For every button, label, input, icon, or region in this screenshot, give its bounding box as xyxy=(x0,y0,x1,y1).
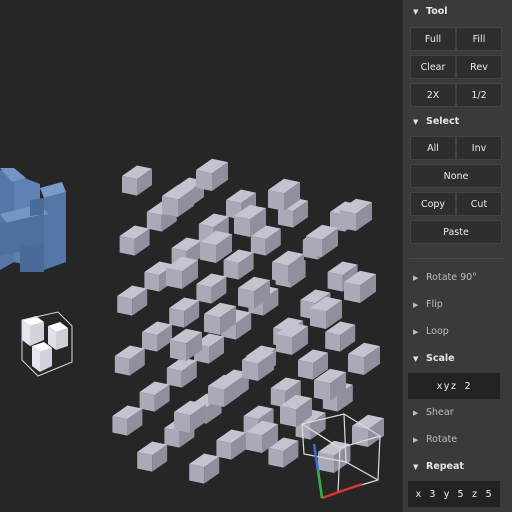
voxel-face xyxy=(137,452,153,472)
double-button[interactable]: 2X xyxy=(410,83,456,107)
scale-section-header[interactable]: ▼ Scale xyxy=(413,353,455,364)
rotate-title: Rotate xyxy=(426,434,458,445)
shear-section-header[interactable]: ▶ Shear xyxy=(413,407,454,418)
triangle-down-icon: ▼ xyxy=(413,354,419,363)
voxel-face xyxy=(318,452,334,473)
select-none-button[interactable]: None xyxy=(410,164,502,188)
clear-button[interactable]: Clear xyxy=(410,55,456,79)
voxel-face xyxy=(117,296,133,316)
voxel-face xyxy=(166,268,182,289)
scale-input[interactable]: xyz 2 xyxy=(408,373,500,399)
triangle-right-icon: ▶ xyxy=(413,435,419,444)
rotate-section-header[interactable]: ▶ Rotate xyxy=(413,434,457,445)
scene-canvas[interactable] xyxy=(0,0,402,512)
voxel-face xyxy=(348,354,364,375)
copy-button[interactable]: Copy xyxy=(410,192,456,216)
voxel-face xyxy=(298,360,313,380)
gray-voxel-block xyxy=(112,158,384,484)
voxel-face xyxy=(344,282,360,303)
voxel-face xyxy=(278,208,293,228)
voxel-face xyxy=(325,332,341,352)
flip-title: Flip xyxy=(426,299,443,310)
voxel-face xyxy=(174,412,190,433)
select-all-button[interactable]: All xyxy=(410,136,456,160)
voxel-face xyxy=(234,216,250,237)
tool-title: Tool xyxy=(426,6,448,17)
divider xyxy=(409,258,505,259)
cut-button[interactable]: Cut xyxy=(456,192,502,216)
rotate90-title: Rotate 90° xyxy=(426,272,477,283)
loop-section-header[interactable]: ▶ Loop xyxy=(413,326,449,337)
triangle-down-icon: ▼ xyxy=(413,7,419,16)
fill-button[interactable]: Fill xyxy=(456,27,502,51)
loop-title: Loop xyxy=(426,326,449,337)
voxel-face xyxy=(189,464,205,484)
invert-selection-button[interactable]: Inv xyxy=(456,136,502,160)
voxel-face xyxy=(119,236,135,256)
triangle-right-icon: ▶ xyxy=(413,408,419,417)
triangle-right-icon: ▶ xyxy=(413,327,419,336)
paste-button[interactable]: Paste xyxy=(410,220,502,244)
tool-section-header[interactable]: ▼ Tool xyxy=(413,6,448,17)
voxel-face xyxy=(122,176,137,196)
blue-voxel-object xyxy=(0,168,66,272)
voxel-face xyxy=(246,432,262,453)
full-button[interactable]: Full xyxy=(410,27,456,51)
voxel-face xyxy=(112,416,128,436)
voxel-face xyxy=(306,236,322,257)
voxel-face xyxy=(196,170,212,191)
repeat-title: Repeat xyxy=(426,461,464,472)
voxel-face xyxy=(242,360,258,381)
voxel-face xyxy=(204,314,220,335)
triangle-down-icon: ▼ xyxy=(413,117,419,126)
rotate90-section-header[interactable]: ▶ Rotate 90° xyxy=(413,272,477,283)
small-white-voxels xyxy=(21,311,73,377)
voxel-face xyxy=(114,356,130,376)
half-button[interactable]: 1/2 xyxy=(456,83,502,107)
repeat-section-header[interactable]: ▼ Repeat xyxy=(413,461,464,472)
voxel-face xyxy=(208,386,224,407)
voxel-face xyxy=(314,380,330,401)
scale-title: Scale xyxy=(426,353,455,364)
voxel-face xyxy=(162,196,178,217)
triangle-down-icon: ▼ xyxy=(413,462,419,471)
voxel-face xyxy=(276,334,292,355)
3d-viewport[interactable] xyxy=(0,0,402,512)
triangle-right-icon: ▶ xyxy=(413,273,419,282)
voxel-face xyxy=(340,210,356,231)
reverse-button[interactable]: Rev xyxy=(456,55,502,79)
triangle-right-icon: ▶ xyxy=(413,300,419,309)
repeat-input[interactable]: x 3 y 5 z 5 xyxy=(408,481,500,507)
voxel-face xyxy=(170,340,186,361)
select-section-header[interactable]: ▼ Select xyxy=(413,116,459,127)
flip-section-header[interactable]: ▶ Flip xyxy=(413,299,443,310)
voxel-face xyxy=(327,272,343,292)
voxel-face xyxy=(268,448,284,468)
select-title: Select xyxy=(426,116,460,127)
voxel-face xyxy=(272,262,288,283)
y-axis-line xyxy=(316,469,324,499)
voxel-face xyxy=(238,288,254,309)
voxel-face xyxy=(200,242,216,263)
voxel-face xyxy=(268,190,284,211)
shear-title: Shear xyxy=(426,407,454,418)
tool-panel: ▼ Tool Full Fill Clear Rev 2X 1/2 ▼ Sele… xyxy=(402,0,512,512)
voxel-face xyxy=(280,406,296,427)
x-axis-line xyxy=(321,482,363,500)
voxel-face xyxy=(310,308,326,329)
